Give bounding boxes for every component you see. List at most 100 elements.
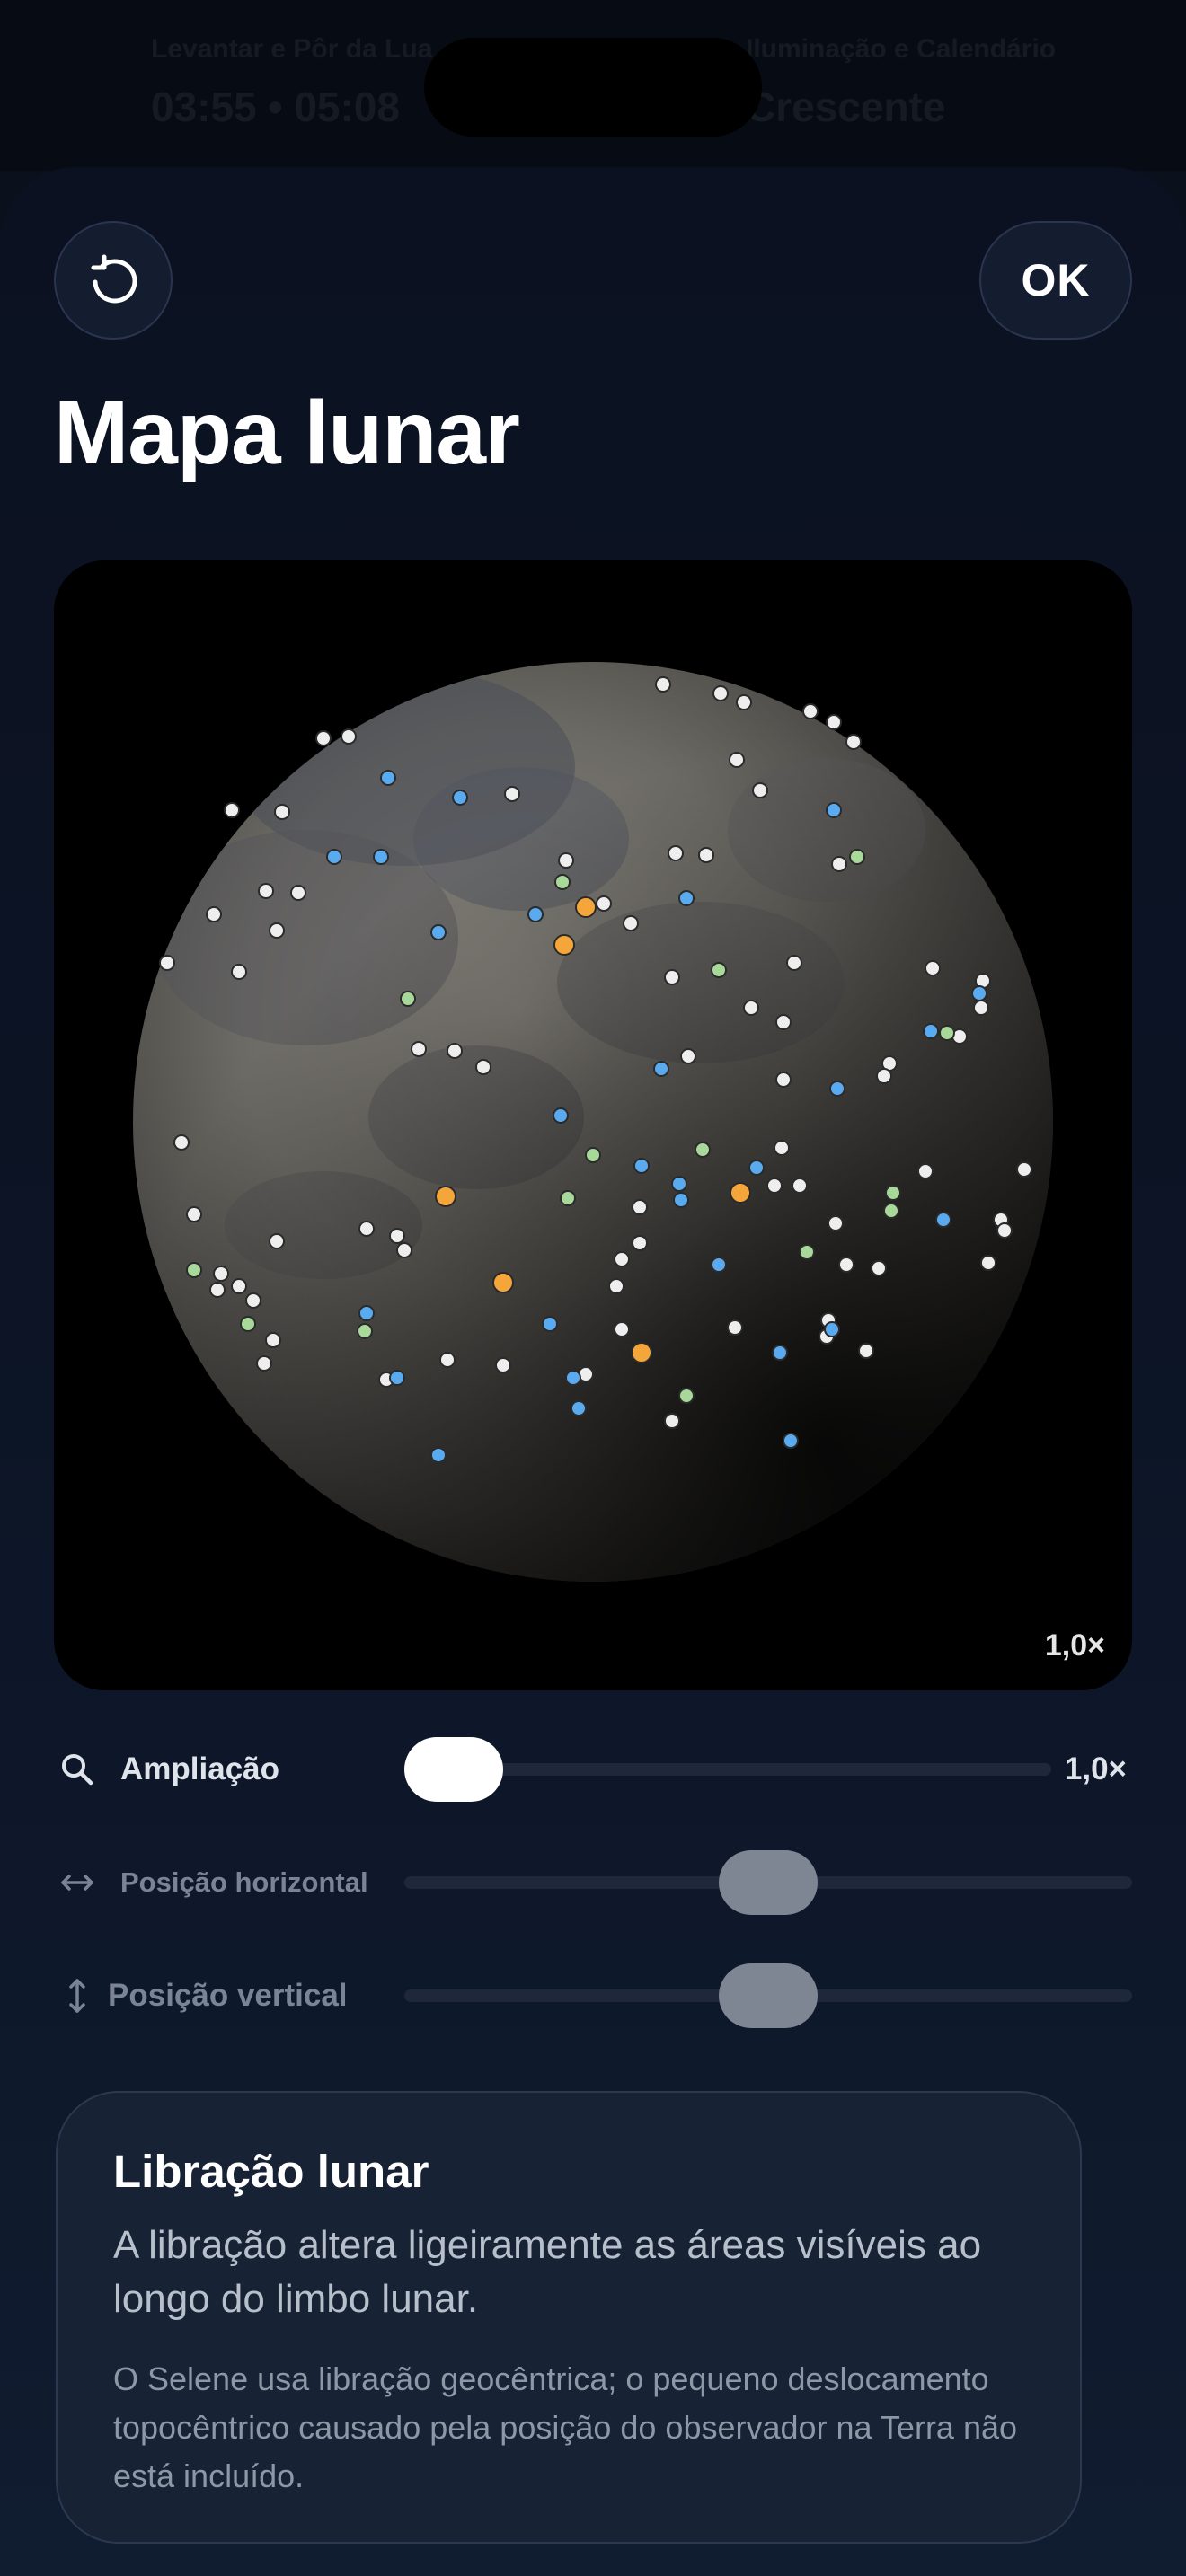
crater-marker[interactable] (213, 1266, 229, 1282)
crater-marker[interactable] (206, 906, 222, 922)
mare-marker[interactable] (673, 1192, 689, 1208)
feature-marker[interactable] (939, 1025, 955, 1041)
crater-marker[interactable] (712, 685, 729, 701)
mare-marker[interactable] (358, 1305, 375, 1321)
crater-marker[interactable] (792, 1178, 808, 1194)
moon-map[interactable]: 1,0× (54, 560, 1132, 1690)
mare-marker[interactable] (571, 1400, 587, 1416)
feature-marker[interactable] (400, 991, 416, 1007)
feature-marker[interactable] (883, 1203, 899, 1219)
crater-marker[interactable] (743, 1000, 759, 1016)
crater-marker[interactable] (224, 802, 240, 818)
ok-button[interactable]: OK (979, 221, 1132, 340)
crater-marker[interactable] (269, 1233, 285, 1249)
crater-marker[interactable] (858, 1343, 874, 1359)
mare-marker[interactable] (430, 1447, 447, 1463)
crater-marker[interactable] (668, 845, 684, 861)
mare-marker[interactable] (923, 1023, 939, 1039)
mare-marker[interactable] (824, 1321, 840, 1337)
crater-marker[interactable] (269, 922, 285, 939)
vertical-slider-thumb[interactable] (719, 1963, 818, 2028)
feature-marker[interactable] (678, 1388, 695, 1404)
crater-marker[interactable] (495, 1357, 511, 1373)
landing-site-marker[interactable] (730, 1182, 751, 1204)
crater-marker[interactable] (980, 1255, 996, 1271)
crater-marker[interactable] (664, 969, 680, 985)
horizontal-slider-thumb[interactable] (719, 1850, 818, 1915)
crater-marker[interactable] (231, 1278, 247, 1294)
mare-marker[interactable] (772, 1345, 788, 1361)
mare-marker[interactable] (748, 1160, 765, 1176)
mare-marker[interactable] (653, 1061, 669, 1077)
crater-marker[interactable] (614, 1251, 630, 1267)
crater-marker[interactable] (159, 955, 175, 971)
mare-marker[interactable] (389, 1370, 405, 1386)
crater-marker[interactable] (680, 1048, 696, 1064)
crater-marker[interactable] (358, 1221, 375, 1237)
feature-marker[interactable] (240, 1316, 256, 1332)
crater-marker[interactable] (447, 1043, 463, 1059)
feature-marker[interactable] (799, 1244, 815, 1260)
crater-marker[interactable] (411, 1041, 427, 1057)
crater-marker[interactable] (186, 1206, 202, 1222)
mare-marker[interactable] (711, 1257, 727, 1273)
feature-marker[interactable] (885, 1185, 901, 1201)
crater-marker[interactable] (389, 1228, 405, 1244)
reset-button[interactable] (54, 221, 173, 340)
landing-site-marker[interactable] (631, 1342, 652, 1363)
crater-marker[interactable] (655, 676, 671, 693)
mare-marker[interactable] (565, 1370, 581, 1386)
feature-marker[interactable] (357, 1323, 373, 1339)
mare-marker[interactable] (971, 985, 987, 1001)
mare-marker[interactable] (553, 1107, 569, 1124)
feature-marker[interactable] (711, 962, 727, 978)
crater-marker[interactable] (396, 1242, 412, 1258)
crater-marker[interactable] (558, 852, 574, 869)
zoom-slider-track[interactable] (404, 1737, 1051, 1802)
landing-site-marker[interactable] (492, 1272, 514, 1293)
mare-marker[interactable] (935, 1212, 951, 1228)
crater-marker[interactable] (838, 1257, 854, 1273)
mare-marker[interactable] (373, 849, 389, 865)
landing-site-marker[interactable] (553, 934, 575, 956)
feature-marker[interactable] (585, 1147, 601, 1163)
crater-marker[interactable] (775, 1014, 792, 1030)
crater-marker[interactable] (1016, 1161, 1032, 1178)
mare-marker[interactable] (633, 1158, 650, 1174)
crater-marker[interactable] (729, 752, 745, 768)
vertical-slider-track[interactable] (404, 1963, 1132, 2028)
crater-marker[interactable] (596, 895, 612, 912)
crater-marker[interactable] (209, 1282, 226, 1298)
crater-marker[interactable] (256, 1355, 272, 1372)
landing-site-marker[interactable] (435, 1186, 456, 1207)
crater-marker[interactable] (845, 734, 862, 750)
landing-site-marker[interactable] (575, 896, 597, 918)
mare-marker[interactable] (826, 802, 842, 818)
crater-marker[interactable] (632, 1199, 648, 1215)
crater-marker[interactable] (698, 847, 714, 863)
crater-marker[interactable] (315, 730, 332, 746)
crater-marker[interactable] (828, 1215, 844, 1231)
crater-marker[interactable] (258, 883, 274, 899)
crater-marker[interactable] (996, 1222, 1013, 1239)
crater-marker[interactable] (231, 964, 247, 980)
crater-marker[interactable] (274, 804, 290, 820)
crater-marker[interactable] (623, 915, 639, 931)
mare-marker[interactable] (671, 1176, 687, 1192)
feature-marker[interactable] (560, 1190, 576, 1206)
moon-map-canvas[interactable] (54, 560, 1132, 1690)
crater-marker[interactable] (752, 782, 768, 798)
crater-marker[interactable] (614, 1321, 630, 1337)
crater-marker[interactable] (766, 1178, 783, 1194)
crater-marker[interactable] (608, 1278, 624, 1294)
crater-marker[interactable] (774, 1140, 790, 1156)
horizontal-slider-track[interactable] (404, 1850, 1132, 1915)
crater-marker[interactable] (475, 1059, 491, 1075)
mare-marker[interactable] (452, 790, 468, 806)
crater-marker[interactable] (775, 1072, 792, 1088)
crater-marker[interactable] (917, 1163, 934, 1179)
mare-marker[interactable] (678, 890, 695, 906)
crater-marker[interactable] (341, 728, 357, 745)
crater-marker[interactable] (173, 1134, 190, 1151)
crater-marker[interactable] (973, 1000, 989, 1016)
